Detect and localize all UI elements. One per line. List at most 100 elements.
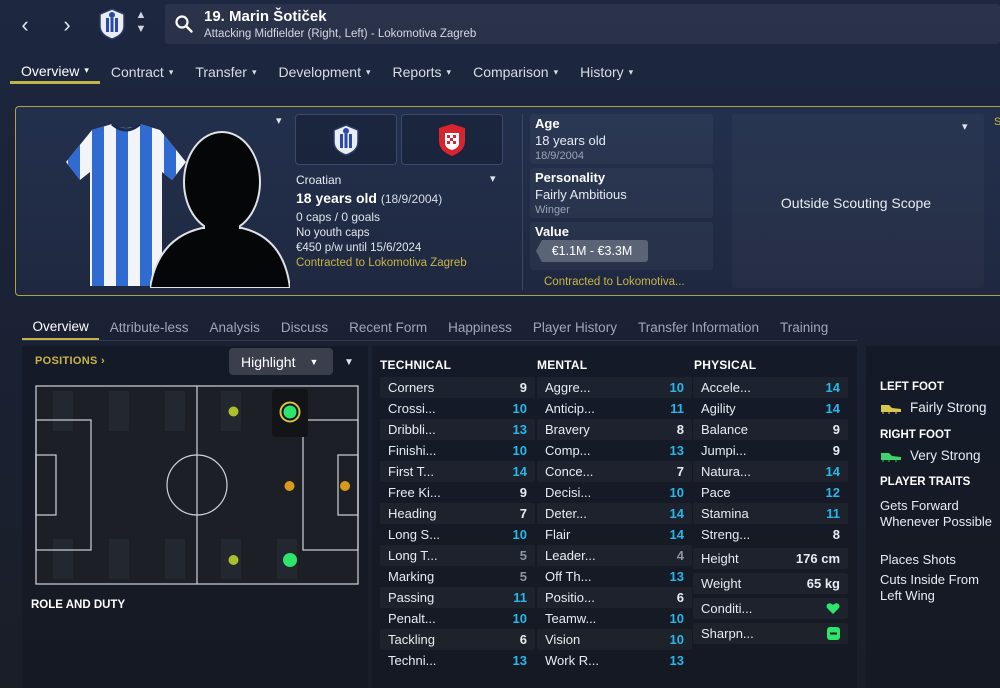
attribute-row[interactable]: Leader... 4: [537, 545, 692, 566]
subtab-transfer-information[interactable]: Transfer Information: [627, 314, 769, 340]
attribute-row[interactable]: Stamina 11: [693, 503, 848, 524]
tab-overview[interactable]: Overview ▾: [10, 60, 100, 84]
attribute-name: Balance: [701, 422, 748, 437]
contract-short[interactable]: Contracted to Lokomotiva...: [544, 276, 685, 288]
highlight-dropdown[interactable]: Highlight ▼: [229, 348, 333, 375]
role-duty-label[interactable]: ROLE AND DUTY: [31, 599, 125, 611]
attribute-name: Conce...: [545, 464, 594, 479]
attribute-row[interactable]: Bravery 8: [537, 419, 692, 440]
attribute-row[interactable]: Off Th... 13: [537, 566, 692, 587]
attribute-row[interactable]: Crossi... 10: [380, 398, 535, 419]
attribute-row[interactable]: Work R... 13: [537, 650, 692, 671]
attribute-row[interactable]: Long T... 5: [380, 545, 535, 566]
attribute-value: 14: [669, 527, 684, 542]
tab-reports[interactable]: Reports ▾: [382, 60, 463, 84]
chevron-down-icon[interactable]: ▼: [344, 357, 354, 368]
attribute-name: Agility: [701, 401, 736, 416]
chevron-down-icon[interactable]: ▾: [276, 114, 282, 127]
subtab-training[interactable]: Training: [770, 314, 839, 340]
attribute-name: Long T...: [388, 548, 438, 563]
attribute-row[interactable]: First T... 14: [380, 461, 535, 482]
attribute-row[interactable]: Agility 14: [693, 398, 848, 419]
attribute-value: 8: [832, 527, 840, 542]
attribute-row[interactable]: Pace 12: [693, 482, 848, 503]
tab-comparison[interactable]: Comparison ▾: [462, 60, 569, 84]
trait-item[interactable]: Gets Forward Whenever Possible: [880, 498, 998, 530]
search-icon[interactable]: [174, 14, 194, 34]
subtab-attribute-less[interactable]: Attribute-less: [99, 314, 199, 340]
attribute-name: Deter...: [545, 506, 587, 521]
position-dot-primary[interactable]: [283, 405, 297, 419]
attribute-row[interactable]: Vision 10: [537, 629, 692, 650]
attribute-value: 10: [669, 380, 684, 395]
attribute-name: Aggre...: [545, 380, 591, 395]
attribute-name: Comp...: [545, 443, 591, 458]
tab-contract[interactable]: Contract ▾: [100, 60, 184, 84]
age-dob: 18/9/2004: [535, 150, 584, 162]
subtab-overview[interactable]: Overview: [22, 314, 100, 340]
attribute-name: Accele...: [701, 380, 751, 395]
trait-item[interactable]: Places Shots: [880, 552, 998, 568]
attribute-row[interactable]: Jumpi... 9: [693, 440, 848, 461]
position-dot-amc[interactable]: [284, 481, 295, 491]
attribute-row[interactable]: Streng... 8: [693, 524, 848, 545]
attribute-name: Tackling: [388, 632, 435, 647]
left-foot-label: LEFT FOOT: [880, 381, 944, 393]
forward-arrow-icon[interactable]: ›: [52, 10, 82, 40]
club-crest-icon[interactable]: [98, 8, 126, 40]
contract-status[interactable]: Contracted to Lokomotiva Zagreb: [296, 257, 467, 269]
attribute-row[interactable]: Long S... 10: [380, 524, 535, 545]
attribute-row[interactable]: Positio... 6: [537, 587, 692, 608]
club-badge[interactable]: [295, 114, 397, 165]
attribute-row[interactable]: Marking 5: [380, 566, 535, 587]
trait-item[interactable]: Cuts Inside From Left Wing: [880, 572, 998, 604]
tab-transfer[interactable]: Transfer ▾: [184, 60, 267, 84]
attribute-row[interactable]: Balance 9: [693, 419, 848, 440]
attribute-row[interactable]: Natura... 14: [693, 461, 848, 482]
attribute-row[interactable]: Heading 7: [380, 503, 535, 524]
attribute-row[interactable]: Teamw... 10: [537, 608, 692, 629]
attribute-row[interactable]: Flair 14: [537, 524, 692, 545]
subtab-player-history[interactable]: Player History: [522, 314, 627, 340]
attribute-name: Vision: [545, 632, 581, 647]
chevron-down-icon[interactable]: ▾: [490, 172, 496, 185]
player-switch-arrows[interactable]: ▲ ▼: [134, 8, 148, 40]
attribute-row[interactable]: Passing 11: [380, 587, 535, 608]
attribute-row[interactable]: Penalt... 10: [380, 608, 535, 629]
value-range-tag[interactable]: €1.1M - €3.3M: [536, 240, 648, 262]
subtab-happiness[interactable]: Happiness: [438, 314, 523, 340]
position-dot-mr[interactable]: [228, 555, 239, 565]
subtab-recent-form[interactable]: Recent Form: [339, 314, 438, 340]
tab-history[interactable]: History ▾: [569, 60, 644, 84]
attribute-row[interactable]: Accele... 14: [693, 377, 848, 398]
subtab-discuss[interactable]: Discuss: [270, 314, 338, 340]
attribute-row[interactable]: Anticip... 11: [537, 398, 692, 419]
attribute-row[interactable]: Techni... 13: [380, 650, 535, 671]
position-dot-amr[interactable]: [283, 553, 297, 567]
subtab-analysis[interactable]: Analysis: [199, 314, 270, 340]
attribute-value: 7: [676, 464, 684, 479]
attribute-row[interactable]: Deter... 14: [537, 503, 692, 524]
attribute-row[interactable]: Aggre... 10: [537, 377, 692, 398]
attribute-row[interactable]: Dribbli... 13: [380, 419, 535, 440]
attribute-row[interactable]: Free Ki... 9: [380, 482, 535, 503]
attribute-name: Anticip...: [545, 401, 595, 416]
back-arrow-icon[interactable]: ‹: [10, 10, 40, 40]
attribute-name: Marking: [388, 569, 435, 584]
position-dot-aml[interactable]: [228, 406, 239, 417]
positions-label[interactable]: POSITIONS ›: [35, 355, 105, 367]
attribute-value: 4: [676, 548, 684, 563]
attribute-value: 9: [519, 380, 527, 395]
attribute-row[interactable]: Decisi... 10: [537, 482, 692, 503]
attribute-row[interactable]: Corners 9: [380, 377, 535, 398]
attribute-value: 9: [519, 485, 527, 500]
attribute-row[interactable]: Comp... 13: [537, 440, 692, 461]
chevron-down-icon[interactable]: ▾: [962, 120, 968, 133]
position-dot-st[interactable]: [340, 481, 350, 491]
attribute-row[interactable]: Finishi... 10: [380, 440, 535, 461]
nation-badge[interactable]: [401, 114, 503, 165]
attribute-row[interactable]: Tackling 6: [380, 629, 535, 650]
attribute-name: Decisi...: [545, 485, 592, 500]
attribute-row[interactable]: Conce... 7: [537, 461, 692, 482]
tab-development[interactable]: Development ▾: [267, 60, 381, 84]
